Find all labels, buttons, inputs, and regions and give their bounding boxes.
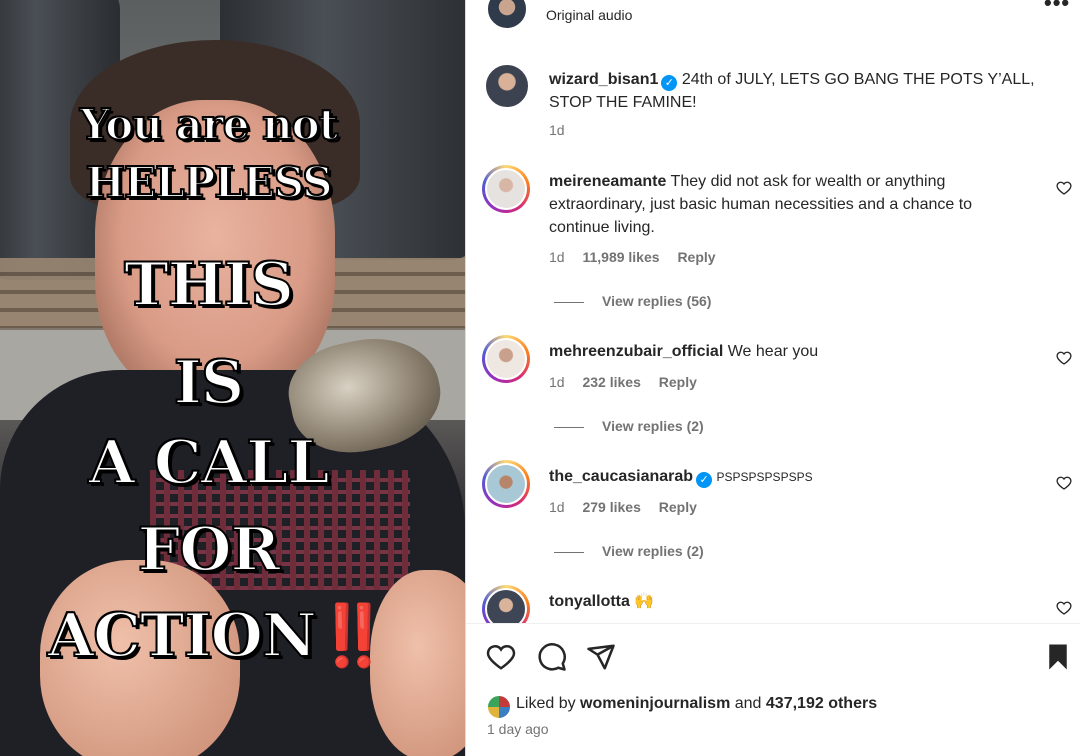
like-comment-heart-icon[interactable] bbox=[1056, 475, 1072, 491]
comment-meta: 1d 11,989 likes Reply bbox=[549, 249, 716, 265]
comment-likes[interactable]: 232 likes bbox=[582, 374, 640, 390]
save-bookmark-icon[interactable] bbox=[1043, 642, 1073, 672]
double-exclamation-icon: ‼️ bbox=[315, 601, 391, 672]
comment-body: the_caucasianarab ✓ PSPSPSPSPSPS bbox=[549, 465, 1019, 489]
caption: wizard_bisan1 ✓ 24th of JULY, LETS GO BAN… bbox=[549, 68, 1059, 114]
view-replies-button[interactable]: View replies (56) bbox=[554, 293, 711, 309]
overlay-text-line: HELPLESS bbox=[84, 157, 333, 208]
overlay-text-line: ACTION‼️ bbox=[0, 600, 451, 672]
comment-avatar[interactable] bbox=[482, 165, 530, 213]
caption-avatar[interactable] bbox=[484, 63, 530, 109]
comment-username[interactable]: mehreenzubair_official bbox=[549, 343, 723, 360]
view-replies-button[interactable]: View replies (2) bbox=[554, 418, 704, 434]
overlay-action-word: ACTION bbox=[47, 600, 318, 672]
comment-likes[interactable]: 279 likes bbox=[582, 499, 640, 515]
likes-count[interactable]: 437,192 others bbox=[766, 695, 877, 712]
comment-text: PSPSPSPSPSPS bbox=[716, 470, 813, 484]
comment-icon[interactable] bbox=[537, 642, 567, 672]
overlay-text-line: You are not bbox=[79, 99, 339, 150]
author-avatar[interactable] bbox=[486, 0, 528, 30]
comment-meta: 1d 279 likes Reply bbox=[549, 499, 697, 515]
comment-body: tonyallotta 🙌 bbox=[549, 590, 1019, 613]
overlay-text-line: FOR bbox=[137, 514, 282, 586]
overlay-text-line: IS bbox=[173, 347, 245, 419]
caption-username[interactable]: wizard_bisan1 bbox=[549, 71, 658, 88]
comment-likes[interactable]: 11,989 likes bbox=[582, 249, 659, 265]
comment-username[interactable]: the_caucasianarab bbox=[549, 468, 693, 485]
liked-by-prefix: Liked by bbox=[516, 695, 576, 712]
overlay-text-line: A CALL bbox=[87, 427, 330, 499]
view-replies-label: View replies (2) bbox=[602, 543, 704, 559]
liked-by-and: and bbox=[734, 695, 762, 712]
view-replies-label: View replies (56) bbox=[602, 293, 712, 309]
divider bbox=[554, 301, 584, 303]
more-options-icon[interactable]: ••• bbox=[1044, 0, 1070, 16]
comment-body: mehreenzubair_official We hear you bbox=[549, 340, 1019, 363]
view-replies-button[interactable]: View replies (2) bbox=[554, 543, 704, 559]
verified-badge-icon: ✓ bbox=[696, 472, 713, 488]
comment-time: 1d bbox=[549, 374, 565, 390]
comment-username[interactable]: tonyallotta bbox=[549, 593, 630, 610]
reply-button[interactable]: Reply bbox=[677, 249, 715, 265]
comment-body: meireneamante They did not ask for wealt… bbox=[549, 170, 1019, 239]
post-time: 1 day ago bbox=[487, 721, 549, 737]
reply-button[interactable]: Reply bbox=[659, 499, 697, 515]
like-comment-heart-icon[interactable] bbox=[1056, 600, 1072, 616]
divider bbox=[554, 551, 584, 553]
caption-time: 1d bbox=[549, 122, 565, 138]
like-comment-heart-icon[interactable] bbox=[1056, 180, 1072, 196]
comment-time: 1d bbox=[549, 249, 565, 265]
like-heart-icon[interactable] bbox=[486, 642, 516, 672]
comment-avatar[interactable] bbox=[482, 460, 530, 508]
comment-text: We hear you bbox=[727, 343, 819, 360]
view-replies-label: View replies (2) bbox=[602, 418, 704, 434]
reel-video[interactable]: You are not HELPLESS THIS IS A CALL FOR … bbox=[0, 0, 465, 756]
verified-badge-icon: ✓ bbox=[661, 75, 678, 91]
divider bbox=[554, 426, 584, 428]
share-icon[interactable] bbox=[586, 642, 616, 672]
raised-hands-icon: 🙌 bbox=[634, 593, 655, 610]
comment-meta: 1d 232 likes Reply bbox=[549, 374, 697, 390]
liked-by-avatar[interactable] bbox=[486, 694, 512, 720]
comment-username[interactable]: meireneamante bbox=[549, 173, 666, 190]
reply-button[interactable]: Reply bbox=[659, 374, 697, 390]
post-panel: Original audio ••• wizard_bisan1 ✓ 24th o… bbox=[465, 0, 1080, 756]
overlay-text-line: THIS bbox=[123, 249, 295, 321]
comment-time: 1d bbox=[549, 499, 565, 515]
comment-avatar[interactable] bbox=[482, 335, 530, 383]
original-audio-link[interactable]: Original audio bbox=[546, 7, 632, 23]
like-comment-heart-icon[interactable] bbox=[1056, 350, 1072, 366]
liked-by-text[interactable]: Liked by womeninjournalism and 437,192 o… bbox=[516, 695, 877, 713]
action-bar bbox=[466, 623, 1080, 756]
liked-by-username[interactable]: womeninjournalism bbox=[580, 695, 730, 712]
